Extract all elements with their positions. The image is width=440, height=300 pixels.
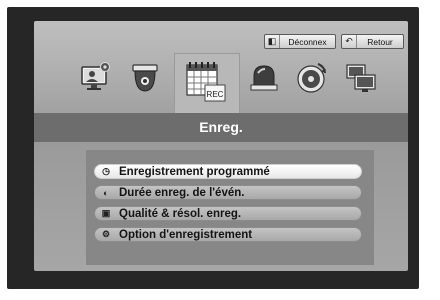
menu-item-quality-resolution[interactable]: ▣ Qualité & résol. enreg. [94,206,362,221]
dome-camera-icon[interactable] [129,61,161,95]
rec-tag: REC [207,90,224,99]
clock-icon: ◷ [102,166,110,176]
disk-backup-icon[interactable] [296,61,328,95]
gear-icon: ⚙ [101,229,111,239]
menu-item-scheduled-recording[interactable]: ◷ Enregistrement programmé [94,164,362,179]
menu-item-label: Durée enreg. de l'évén. [119,186,245,199]
back-arrow-icon: ↶ [342,35,357,48]
logout-label: Déconnex [288,36,327,47]
menu-item-label: Option d'enregistrement [119,228,253,241]
event-duration-icon: ◐ [103,187,109,198]
main-menu-toolbar: REC [0,53,440,115]
menu-item-label: Qualité & résol. enreg. [119,207,242,220]
logout-icon: ◧ [265,35,280,48]
back-button[interactable]: ↶ Retour [341,34,404,49]
page-title: Enreg. [34,113,408,142]
back-label: Retour [367,36,393,47]
menu-item-event-duration[interactable]: ◐ Durée enreg. de l'évén. [94,185,362,200]
menu-item-label: Enregistrement programmé [119,165,270,178]
monitor-settings-icon[interactable] [80,61,112,95]
record-calendar-icon[interactable]: REC [184,59,228,103]
alarm-siren-icon[interactable] [248,61,280,95]
menu-item-recording-option[interactable]: ⚙ Option d'enregistrement [94,227,362,242]
logout-button[interactable]: ◧ Déconnex [264,34,336,49]
image-quality-icon: ▣ [101,208,111,218]
network-monitors-icon[interactable] [345,61,377,95]
